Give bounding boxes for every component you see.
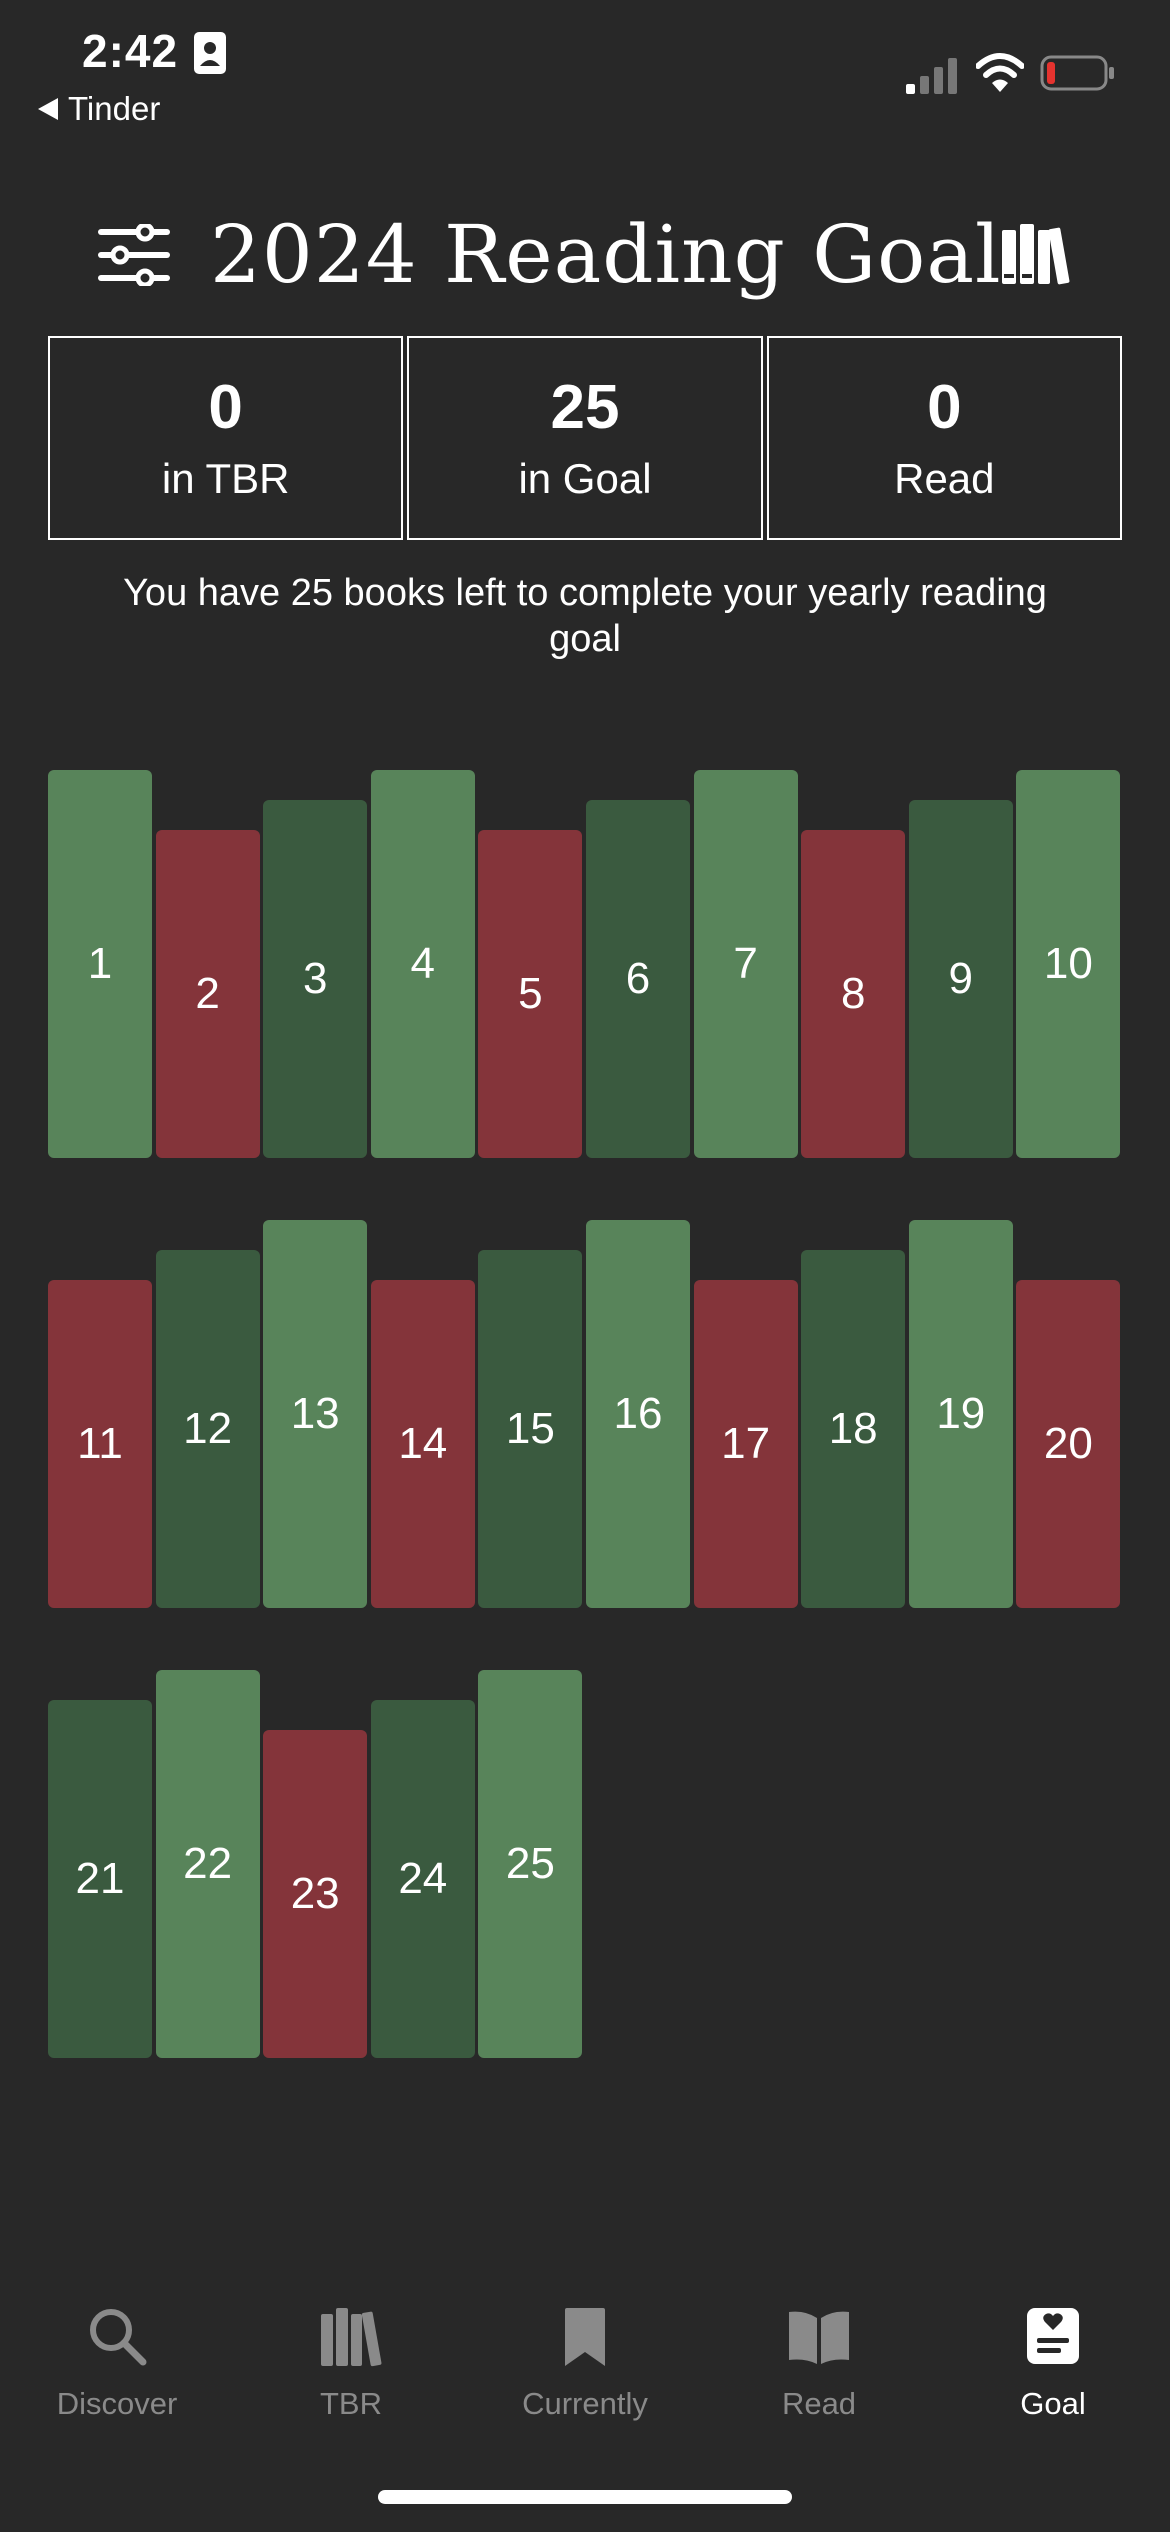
- stat-label: Read: [894, 455, 995, 502]
- stat-value: 0: [208, 373, 243, 442]
- open-book-icon: [789, 2311, 849, 2364]
- book-spine[interactable]: 23: [263, 1730, 368, 2058]
- tab-label: Currently: [522, 2386, 648, 2421]
- book-spine[interactable]: 24: [370, 1700, 475, 2058]
- book-spine[interactable]: 13: [263, 1220, 368, 1608]
- back-app-label: Tinder: [68, 90, 161, 127]
- book-spine[interactable]: 6: [586, 800, 690, 1158]
- book-spine[interactable]: 14: [370, 1280, 475, 1608]
- book-spine[interactable]: 17: [693, 1280, 798, 1608]
- book-spine[interactable]: 3: [263, 800, 368, 1158]
- home-indicator[interactable]: [378, 2490, 792, 2504]
- book-spine[interactable]: 10: [1016, 770, 1121, 1158]
- bookshelf-icon[interactable]: [1000, 222, 1072, 286]
- stat-read: 0 Read: [766, 336, 1122, 540]
- book-spine[interactable]: 20: [1016, 1280, 1121, 1608]
- goal-summary: You have 25 books left to complete your …: [123, 572, 1047, 660]
- book-spine[interactable]: 22: [155, 1670, 260, 2058]
- tab-label: TBR: [320, 2386, 382, 2421]
- tab-label: Discover: [56, 2386, 178, 2421]
- stat-value: 0: [927, 373, 962, 442]
- contact-card-icon: [194, 32, 226, 74]
- book-spine[interactable]: 21: [48, 1700, 152, 2058]
- book-spine[interactable]: 1: [48, 770, 152, 1158]
- book-spine[interactable]: 18: [801, 1250, 906, 1608]
- book-spine[interactable]: 4: [370, 770, 475, 1158]
- book-spine[interactable]: 12: [155, 1250, 260, 1608]
- tab-read[interactable]: Read: [702, 2290, 936, 2440]
- wifi-icon: [976, 53, 1024, 92]
- tab-label: Goal: [1020, 2386, 1086, 2421]
- book-spine[interactable]: 2: [155, 830, 260, 1158]
- header: 2024 Reading Goal: [0, 200, 1170, 310]
- book-spine[interactable]: 5: [478, 830, 583, 1158]
- bookmark-icon: [565, 2308, 605, 2366]
- tab-label: Read: [781, 2386, 857, 2421]
- book-spine[interactable]: 11: [48, 1280, 152, 1608]
- back-to-app-button[interactable]: Tinder: [38, 90, 160, 128]
- goal-note-icon: [1027, 2308, 1079, 2364]
- book-spine[interactable]: 15: [478, 1250, 583, 1608]
- book-spine[interactable]: 19: [908, 1220, 1013, 1608]
- book-spine[interactable]: 16: [586, 1220, 690, 1608]
- goal-stats: 0 in TBR 25 in Goal 0 Read: [48, 336, 1122, 540]
- stat-label: in TBR: [161, 455, 290, 502]
- tab-discover[interactable]: Discover: [0, 2290, 234, 2440]
- tab-tbr[interactable]: TBR: [234, 2290, 468, 2440]
- tab-goal[interactable]: Goal: [936, 2290, 1170, 2440]
- stat-value: 25: [550, 373, 620, 442]
- book-spine[interactable]: 25: [478, 1670, 583, 2058]
- tab-bar: Discover TBR Currently Read Goal: [0, 2290, 1170, 2440]
- stat-tbr: 0 in TBR: [48, 336, 404, 540]
- books-icon: [321, 2308, 382, 2367]
- stat-label: in Goal: [518, 455, 652, 502]
- cellular-signal-icon: [906, 58, 957, 94]
- book-spine[interactable]: 9: [908, 800, 1013, 1158]
- book-spine[interactable]: 8: [801, 830, 906, 1158]
- search-icon: [90, 2309, 147, 2366]
- battery-low-icon: [1040, 55, 1114, 91]
- book-spine[interactable]: 7: [693, 770, 798, 1158]
- filter-sliders-icon[interactable]: [98, 224, 170, 286]
- tab-currently[interactable]: Currently: [468, 2290, 702, 2440]
- status-time: 2:42: [82, 25, 179, 77]
- back-arrow-icon: [38, 98, 58, 120]
- stat-goal: 25 in Goal: [407, 336, 763, 540]
- page-title: 2024 Reading Goal: [210, 208, 1002, 301]
